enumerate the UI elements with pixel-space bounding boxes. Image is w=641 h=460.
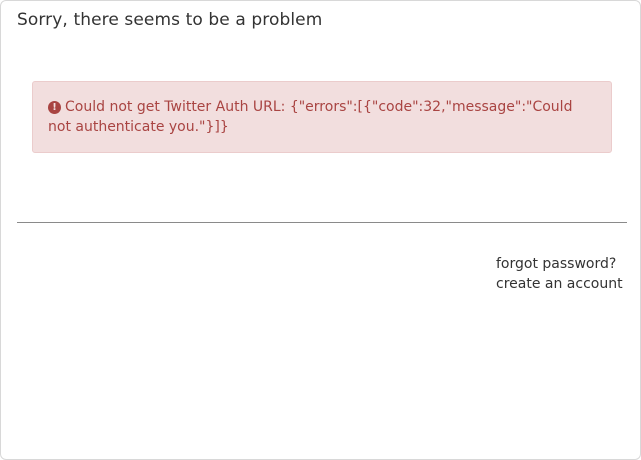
error-alert-body: ! Could not get Twitter Auth URL: {"error… [48,97,596,137]
account-links: forgot password? create an account [496,254,623,294]
exclamation-circle-icon: ! [48,101,61,114]
error-alert: ! Could not get Twitter Auth URL: {"error… [32,81,612,153]
error-message: Could not get Twitter Auth URL: {"errors… [48,99,573,135]
dialog-title: Sorry, there seems to be a problem [17,10,323,30]
error-dialog: Sorry, there seems to be a problem ! Coul… [0,0,641,460]
forgot-password-link[interactable]: forgot password? [496,254,623,274]
create-account-link[interactable]: create an account [496,274,623,294]
divider [17,222,627,223]
